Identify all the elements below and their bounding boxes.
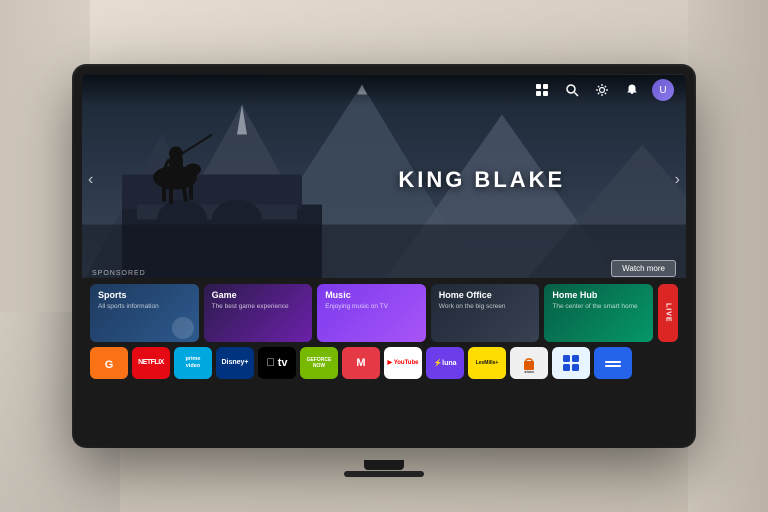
category-card-game[interactable]: Game The best game experience xyxy=(204,284,313,342)
prime-label: primevideo xyxy=(186,356,201,369)
luna-label: ⚡luna xyxy=(433,359,456,367)
watch-more-button[interactable]: Watch more xyxy=(611,260,676,277)
svg-text:G: G xyxy=(105,359,114,371)
sports-card-title: Sports xyxy=(98,290,191,301)
music-card-subtitle: Enjoying music on TV xyxy=(325,303,418,311)
app-shop[interactable]: shop xyxy=(510,347,548,379)
app-apps[interactable] xyxy=(552,347,590,379)
hero-prev-button[interactable]: ‹ xyxy=(88,171,93,189)
app-more[interactable] xyxy=(594,347,632,379)
app-lg-channels[interactable]: G xyxy=(90,347,128,379)
grid-icon[interactable] xyxy=(532,80,552,100)
geforce-label: GEFORCENOW xyxy=(307,357,332,369)
avatar-initial: U xyxy=(659,85,666,96)
sports-ball-decoration xyxy=(172,317,194,339)
app-lesmills[interactable]: LesMills+ xyxy=(468,347,506,379)
youtube-label: ▶ YouTube xyxy=(388,359,419,366)
hero-title: KING BLAKE xyxy=(398,167,565,193)
home-hub-card-title: Home Hub xyxy=(552,290,645,301)
app-netflix[interactable]: NETFLIX xyxy=(132,347,170,379)
live-label: LIVE xyxy=(664,303,671,323)
netflix-label: NETFLIX xyxy=(138,359,164,366)
category-card-home-office[interactable]: Home Office Work on the big screen xyxy=(431,284,540,342)
user-avatar[interactable]: U xyxy=(652,79,674,101)
home-office-card-title: Home Office xyxy=(439,290,532,301)
category-card-music[interactable]: Music Enjoying music on TV xyxy=(317,284,426,342)
tv-frame: U xyxy=(74,66,694,446)
wall-right xyxy=(688,0,768,512)
game-card-title: Game xyxy=(212,290,305,301)
lesmills-label: LesMills+ xyxy=(476,360,499,366)
tv-base xyxy=(344,471,424,477)
live-badge[interactable]: LIVE xyxy=(658,284,678,342)
game-card-subtitle: The best game experience xyxy=(212,303,305,311)
category-card-sports[interactable]: Sports All sports information xyxy=(90,284,199,342)
sports-card-subtitle: All sports information xyxy=(98,303,191,311)
app-geforce-now[interactable]: GEFORCENOW xyxy=(300,347,338,379)
mxm-label: M xyxy=(356,357,365,369)
settings-icon[interactable] xyxy=(592,80,612,100)
apps-row: G NETFLIX primevideo Disney+  tv GEFORC… xyxy=(90,347,678,379)
app-luna[interactable]: ⚡luna xyxy=(426,347,464,379)
app-apple-tv[interactable]:  tv xyxy=(258,347,296,379)
app-mxm[interactable]: M xyxy=(342,347,380,379)
notification-icon[interactable] xyxy=(622,80,642,100)
tv-leg xyxy=(364,460,404,470)
appletv-label:  tv xyxy=(266,357,287,369)
hero-next-button[interactable]: › xyxy=(675,171,680,189)
sponsored-label: SPONSORED xyxy=(92,270,146,277)
app-youtube[interactable]: ▶ YouTube xyxy=(384,347,422,379)
music-card-title: Music xyxy=(325,290,418,301)
app-prime-video[interactable]: primevideo xyxy=(174,347,212,379)
disney-label: Disney+ xyxy=(221,359,248,366)
category-row: Sports All sports information Game The b… xyxy=(90,284,678,342)
home-hub-card-subtitle: The center of the smart home xyxy=(552,303,645,311)
home-office-card-subtitle: Work on the big screen xyxy=(439,303,532,311)
content-area: Sports All sports information Game The b… xyxy=(82,278,686,438)
svg-text:shop: shop xyxy=(524,369,534,373)
top-nav: U xyxy=(82,74,686,106)
tv-screen: U xyxy=(82,74,686,438)
category-card-home-hub[interactable]: Home Hub The center of the smart home xyxy=(544,284,653,342)
search-icon[interactable] xyxy=(562,80,582,100)
app-disney-plus[interactable]: Disney+ xyxy=(216,347,254,379)
